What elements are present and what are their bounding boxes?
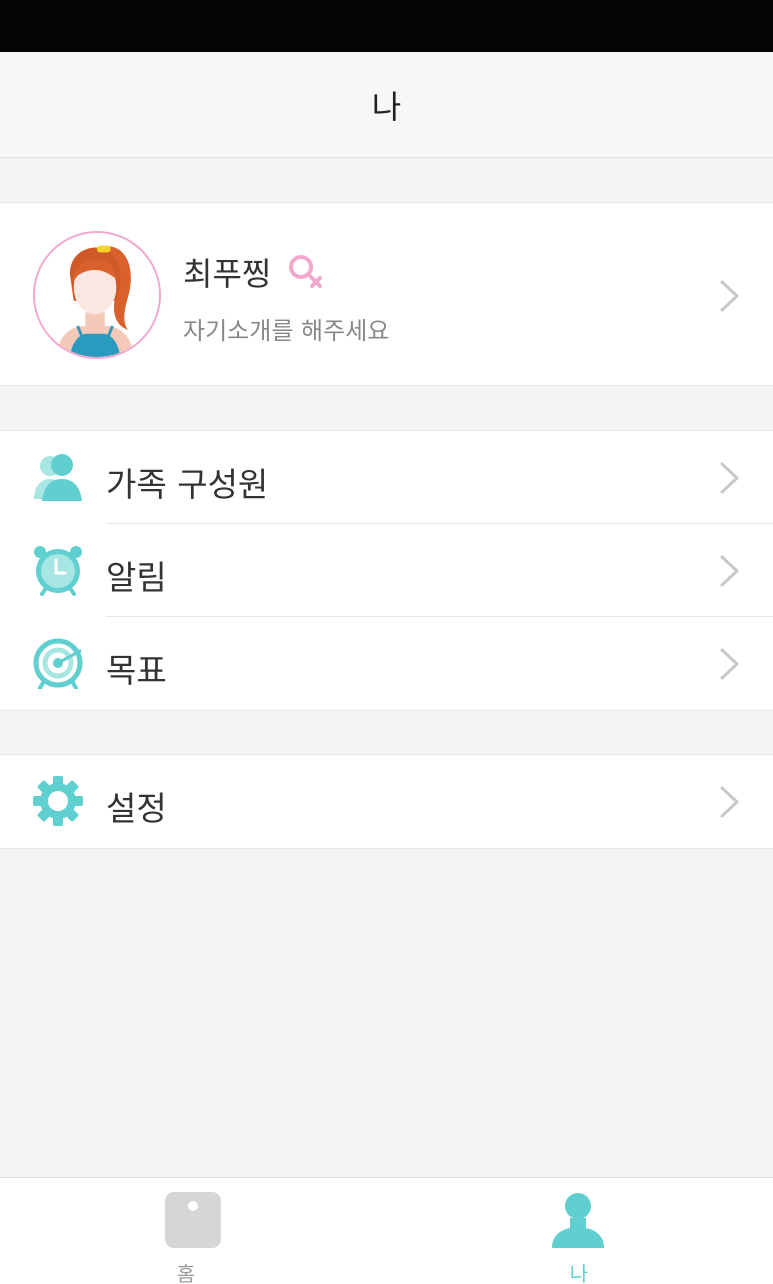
- tab-home[interactable]: 홈: [0, 1178, 386, 1284]
- avatar-illustration: [35, 233, 159, 357]
- scale-icon: [165, 1192, 221, 1248]
- profile-card[interactable]: 최푸찡 자기소개를 해주세요: [0, 202, 773, 386]
- gear-icon: [33, 776, 83, 826]
- tab-bar: 홈 나: [0, 1177, 773, 1284]
- chevron-right-icon: [720, 648, 739, 680]
- family-icon: [34, 454, 82, 501]
- target-icon: [33, 638, 83, 689]
- menu-label-family: 가족 구성원: [106, 465, 269, 504]
- menu-item-family[interactable]: 가족 구성원: [0, 431, 773, 524]
- nav-bar: 나: [0, 52, 773, 158]
- menu-label-goal: 목표: [106, 651, 167, 690]
- tab-me[interactable]: 나: [386, 1178, 772, 1284]
- tab-label-home: 홈: [176, 1262, 196, 1284]
- chevron-right-icon: [720, 280, 739, 312]
- menu-group-main: 가족 구성원 알림 목표: [0, 430, 773, 711]
- profile-name: 최푸찡: [183, 255, 272, 293]
- menu-item-goal[interactable]: 목표: [0, 617, 773, 710]
- page-title: 나: [371, 87, 402, 126]
- female-icon: [289, 255, 322, 288]
- menu-label-alarm: 알림: [106, 558, 167, 597]
- alarm-clock-icon: [34, 546, 82, 596]
- chevron-right-icon: [720, 462, 739, 494]
- chevron-right-icon: [720, 786, 739, 818]
- person-icon: [552, 1193, 604, 1248]
- menu-item-alarm[interactable]: 알림: [0, 524, 773, 617]
- status-bar: [0, 0, 773, 52]
- tab-label-me: 나: [569, 1262, 589, 1284]
- chevron-right-icon: [720, 555, 739, 587]
- menu-label-settings: 설정: [106, 789, 167, 828]
- menu-group-settings: 설정: [0, 754, 773, 849]
- menu-item-settings[interactable]: 설정: [0, 755, 773, 848]
- profile-bio: 자기소개를 해주세요: [183, 317, 390, 345]
- avatar: [33, 231, 161, 359]
